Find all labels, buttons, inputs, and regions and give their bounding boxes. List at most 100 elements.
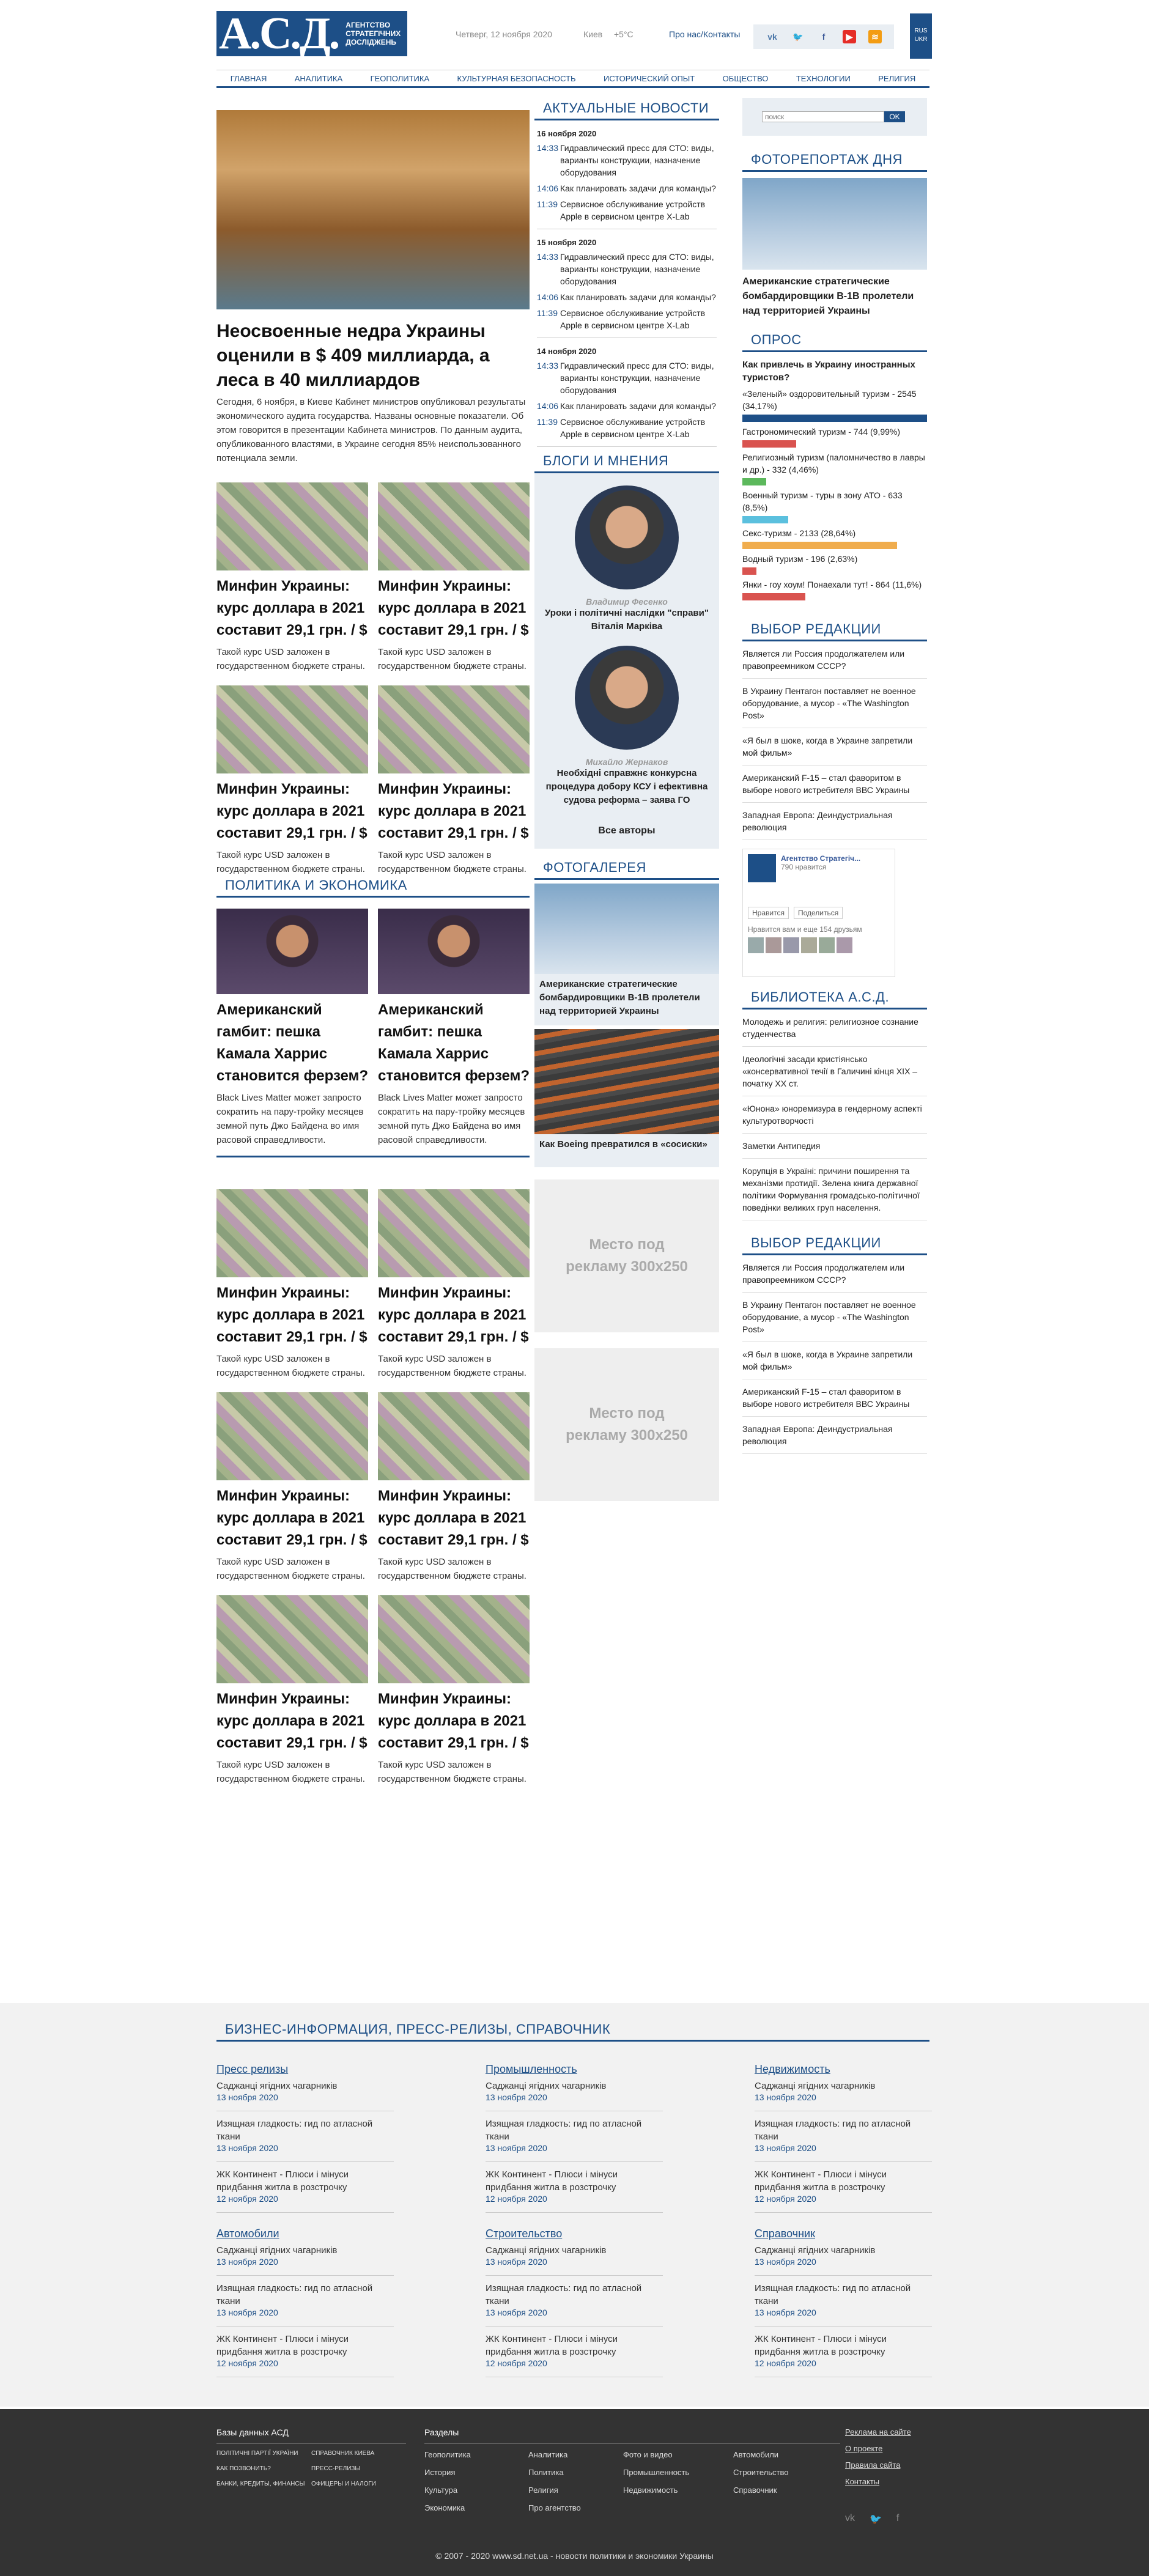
news-item[interactable]: 14:33 Гидравлический пресс для СТО: виды,… (537, 360, 717, 396)
footer-db-link[interactable]: КАК ПОЗВОНИТЬ? (216, 2465, 311, 2472)
blog-item[interactable]: Михайло Жернаков Необхідні справжнє конку… (534, 646, 719, 807)
gallery-header[interactable]: ФОТОГАЛЕРЕЯ (534, 857, 719, 880)
business-item[interactable]: Изящная гладкость: гид по атласной ткани… (216, 2282, 394, 2327)
article-card[interactable]: Минфин Украины: курс доллара в 2021 сост… (378, 1189, 530, 1380)
article-card[interactable]: Минфин Украины: курс доллара в 2021 сост… (378, 1595, 530, 1786)
business-item[interactable]: Саджанці ягідних чагарників 13 ноября 202… (755, 2244, 932, 2276)
list-item[interactable]: «Юнона» юноремизура в гендерному аспекті… (742, 1096, 927, 1134)
footer-section-link[interactable]: Геополитика (424, 2450, 528, 2459)
nav-item[interactable]: ОБЩЕСТВО (723, 74, 769, 83)
list-item[interactable]: «Я был в шоке, когда в Украине запретили… (742, 1342, 927, 1379)
footer-db-link[interactable]: БАНКИ, КРЕДИТЫ, ФИНАНСЫ (216, 2481, 311, 2487)
fb-page-logo[interactable] (748, 854, 776, 882)
business-item[interactable]: Изящная гладкость: гид по атласной ткани… (216, 2117, 394, 2162)
business-item[interactable]: Саджанці ягідних чагарників 13 ноября 202… (486, 2244, 663, 2276)
business-item[interactable]: ЖК Континент - Плюси і мінуси придбання … (755, 2333, 932, 2377)
footer-db-link[interactable]: ОФИЦЕРЫ И НАЛОГИ (311, 2481, 406, 2487)
footer-section-link[interactable]: Экономика (424, 2503, 528, 2512)
article-card[interactable]: Минфин Украины: курс доллара в 2021 сост… (216, 1189, 368, 1380)
list-item[interactable]: Корупція в Україні: причини поширення та… (742, 1159, 927, 1220)
poll-option[interactable]: Гастрономический туризм - 744 (9,99%) (742, 426, 927, 448)
footer-section-link[interactable]: Автомобили (733, 2450, 831, 2459)
news-header[interactable]: АКТУАЛЬНЫЕ НОВОСТИ (534, 98, 719, 120)
nav-item[interactable]: КУЛЬТУРНАЯ БЕЗОПАСНОСТЬ (457, 74, 576, 83)
twitter-icon[interactable]: 🐦 (870, 2513, 882, 2525)
business-item[interactable]: ЖК Континент - Плюси і мінуси придбання … (486, 2333, 663, 2377)
footer-db-link[interactable]: ПРЕСС-РЕЛИЗЫ (311, 2465, 406, 2472)
fb-like-button[interactable]: Нравится (748, 907, 789, 919)
nav-item[interactable]: ТЕХНОЛОГИИ (796, 74, 851, 83)
business-item[interactable]: ЖК Континент - Плюси і мінуси придбання … (486, 2168, 663, 2213)
poll-option[interactable]: Водный туризм - 196 (2,63%) (742, 553, 927, 575)
footer-section-link[interactable]: Аналитика (528, 2450, 623, 2459)
photo-report-caption[interactable]: Американские стратегические бомбардировщ… (742, 275, 927, 319)
list-item[interactable]: Западная Европа: Деиндустриальная револю… (742, 1417, 927, 1454)
blog-item[interactable]: Владимир Фесенко Уроки і політичні наслід… (534, 485, 719, 633)
facebook-icon[interactable]: f (896, 2513, 899, 2525)
article-card[interactable]: Минфин Украины: курс доллара в 2021 сост… (378, 685, 530, 876)
politics-header[interactable]: ПОЛИТИКА И ЭКОНОМИКА (216, 875, 530, 898)
footer-link[interactable]: О проекте (845, 2444, 911, 2453)
news-item[interactable]: 14:06 Как планировать задачи для команды? (537, 291, 717, 303)
blogs-header[interactable]: БЛОГИ И МНЕНИЯ (534, 451, 719, 473)
poll-option[interactable]: Секс-туризм - 2133 (28,64%) (742, 527, 927, 549)
business-category[interactable]: Пресс релизы (216, 2063, 394, 2076)
article-card[interactable]: Американский гамбит: пешка Камала Харрис… (216, 909, 368, 1147)
news-item[interactable]: 11:39 Сервисное обслуживание устройств Ap… (537, 307, 717, 331)
business-header[interactable]: БИЗНЕС-ИНФОРМАЦИЯ, ПРЕСС-РЕЛИЗЫ, СПРАВОЧ… (216, 2019, 929, 2042)
business-item[interactable]: ЖК Континент - Плюси і мінуси придбання … (216, 2333, 394, 2377)
news-item[interactable]: 11:39 Сервисное обслуживание устройств Ap… (537, 416, 717, 440)
list-item[interactable]: Является ли Россия продолжателем или пра… (742, 1255, 927, 1293)
lead-title[interactable]: Неосвоенные недра Украины оценили в $ 40… (216, 319, 530, 393)
search-input[interactable] (762, 111, 884, 122)
rss-icon[interactable]: ≋ (868, 30, 882, 43)
article-card[interactable]: Американский гамбит: пешка Камала Харрис… (378, 909, 530, 1147)
footer-link[interactable]: Контакты (845, 2477, 911, 2486)
list-item[interactable]: В Украину Пентагон поставляет не военное… (742, 679, 927, 728)
business-category[interactable]: Справочник (755, 2227, 932, 2240)
article-card[interactable]: Минфин Украины: курс доллара в 2021 сост… (378, 482, 530, 673)
footer-section-link[interactable]: Культура (424, 2486, 528, 2495)
business-item[interactable]: Изящная гладкость: гид по атласной ткани… (755, 2117, 932, 2162)
list-item[interactable]: Ідеологічні засади кристіянсько «консерв… (742, 1047, 927, 1096)
footer-section-link[interactable]: Строительство (733, 2468, 831, 2477)
language-switch[interactable]: RUS UKR (910, 13, 932, 59)
business-category[interactable]: Недвижимость (755, 2063, 932, 2076)
photo-report-image[interactable] (742, 178, 927, 270)
business-item[interactable]: Саджанці ягідних чагарників 13 ноября 202… (755, 2080, 932, 2111)
news-item[interactable]: 11:39 Сервисное обслуживание устройств Ap… (537, 198, 717, 223)
nav-item[interactable]: РЕЛИГИЯ (878, 74, 915, 83)
business-category[interactable]: Автомобили (216, 2227, 394, 2240)
list-item[interactable]: «Я был в шоке, когда в Украине запретили… (742, 728, 927, 766)
news-item[interactable]: 14:06 Как планировать задачи для команды? (537, 182, 717, 194)
site-logo[interactable]: А.С.Д. АГЕНТСТВО СТРАТЕГІЧНИХ ДОСЛІДЖЕНЬ (216, 11, 407, 56)
gallery-item[interactable]: Как Boeing превратился в «сосиски» (534, 1029, 719, 1167)
poll-option[interactable]: «Зеленый» оздоровительный туризм - 2545 … (742, 388, 927, 422)
footer-section-link[interactable]: Про агентство (528, 2503, 623, 2512)
vk-icon[interactable]: vk (766, 30, 779, 43)
fb-share-button[interactable]: Поделиться (793, 907, 843, 919)
about-link[interactable]: Про нас/Контакты (669, 29, 740, 39)
library-header[interactable]: БИБЛИОТЕКА А.С.Д. (742, 987, 927, 1009)
footer-section-link[interactable]: История (424, 2468, 528, 2477)
business-item[interactable]: Изящная гладкость: гид по атласной ткани… (486, 2117, 663, 2162)
facebook-icon[interactable]: f (817, 30, 830, 43)
business-category[interactable]: Промышленность (486, 2063, 663, 2076)
vk-icon[interactable]: vk (845, 2513, 855, 2525)
poll-option[interactable]: Религиозный туризм (паломничество в лавр… (742, 451, 927, 485)
poll-option[interactable]: Янки - гоу хоум! Понаехали тут! - 864 (1… (742, 578, 927, 600)
footer-section-link[interactable]: Политика (528, 2468, 623, 2477)
nav-item[interactable]: ИСТОРИЧЕСКИЙ ОПЫТ (604, 74, 695, 83)
footer-section-link[interactable]: Недвижимость (623, 2486, 733, 2495)
nav-item[interactable]: АНАЛИТИКА (295, 74, 342, 83)
business-item[interactable]: Саджанці ягідних чагарників 13 ноября 202… (486, 2080, 663, 2111)
footer-db-link[interactable]: СПРАВОЧНИК КИЕВА (311, 2450, 406, 2457)
article-card[interactable]: Минфин Украины: курс доллара в 2021 сост… (216, 482, 368, 673)
list-item[interactable]: Заметки Антипедия (742, 1134, 927, 1159)
list-item[interactable]: Американский F-15 – стал фаворитом в выб… (742, 1379, 927, 1417)
business-item[interactable]: Саджанці ягідних чагарників 13 ноября 202… (216, 2244, 394, 2276)
business-item[interactable]: ЖК Континент - Плюси і мінуси придбання … (216, 2168, 394, 2213)
article-card[interactable]: Минфин Украины: курс доллара в 2021 сост… (378, 1392, 530, 1583)
list-item[interactable]: В Украину Пентагон поставляет не военное… (742, 1293, 927, 1342)
news-item[interactable]: 14:06 Как планировать задачи для команды? (537, 400, 717, 412)
